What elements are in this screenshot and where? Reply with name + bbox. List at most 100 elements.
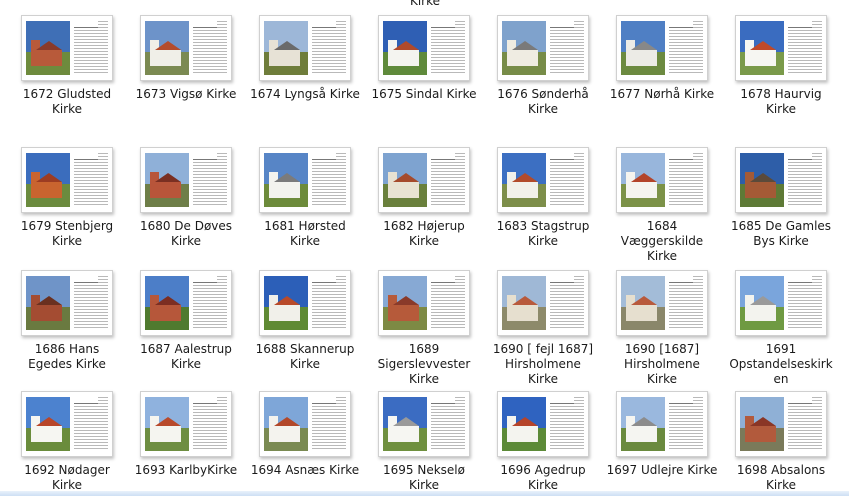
- file-thumbnail[interactable]: [497, 270, 589, 336]
- church-photo-image: [740, 397, 784, 451]
- file-item[interactable]: 1672 Gludsted Kirke: [8, 15, 126, 117]
- file-thumbnail[interactable]: [259, 15, 351, 81]
- file-thumbnail[interactable]: [378, 391, 470, 457]
- file-thumbnail[interactable]: [140, 147, 232, 213]
- file-thumbnail[interactable]: [378, 15, 470, 81]
- article-text-preview: [550, 276, 584, 330]
- file-name-line: Kirke: [527, 372, 559, 386]
- file-item[interactable]: 1679 Stenbjerg Kirke: [8, 147, 126, 249]
- article-text-preview: [788, 397, 822, 451]
- file-item[interactable]: 1676 Sønderhå Kirke: [484, 15, 602, 117]
- file-item[interactable]: 1681 Hørsted Kirke: [246, 147, 364, 249]
- file-thumbnail[interactable]: [616, 391, 708, 457]
- file-name-label: 1692 Nødager Kirke: [8, 463, 126, 493]
- file-thumbnail[interactable]: [616, 15, 708, 81]
- church-photo-image: [740, 153, 784, 207]
- file-item[interactable]: 1685 De Gamles Bys Kirke: [722, 147, 840, 249]
- file-thumbnail[interactable]: [21, 15, 113, 81]
- file-name-line: 1696 Agedrup: [500, 463, 586, 477]
- file-item[interactable]: 1692 Nødager Kirke: [8, 391, 126, 493]
- file-name-line: Kirke: [170, 234, 202, 248]
- file-item[interactable]: 1684 Væggerskilde Kirke: [603, 147, 721, 264]
- file-name-line: Kirke: [289, 234, 321, 248]
- file-name-label: 1675 Sindal Kirke: [365, 87, 483, 102]
- file-item[interactable]: 1696 Agedrup Kirke: [484, 391, 602, 493]
- article-text-preview: [193, 21, 227, 75]
- file-item[interactable]: 1688 Skannerup Kirke: [246, 270, 364, 372]
- file-item[interactable]: 1682 Højerup Kirke: [365, 147, 483, 249]
- church-photo-image: [26, 21, 70, 75]
- file-name-line: 1690 [ fejl 1687]: [492, 342, 594, 356]
- file-item[interactable]: 1691 Opstandelseskirk en: [722, 270, 840, 387]
- file-name-label: 1693 KarlbyKirke: [127, 463, 245, 478]
- file-thumbnail[interactable]: [616, 270, 708, 336]
- file-thumbnail[interactable]: [140, 270, 232, 336]
- file-name-line: 1675 Sindal Kirke: [371, 87, 477, 101]
- article-text-preview: [669, 276, 703, 330]
- file-item[interactable]: 1687 Aalestrup Kirke: [127, 270, 245, 372]
- file-item[interactable]: 1690 [ fejl 1687] Hirsholmene Kirke: [484, 270, 602, 387]
- article-text-preview: [193, 153, 227, 207]
- file-item[interactable]: 1673 Vigsø Kirke: [127, 15, 245, 102]
- file-item[interactable]: 1674 Lyngså Kirke: [246, 15, 364, 102]
- file-thumbnail[interactable]: [497, 391, 589, 457]
- file-item[interactable]: 1683 Stagstrup Kirke: [484, 147, 602, 249]
- church-photo-image: [740, 276, 784, 330]
- file-item[interactable]: 1675 Sindal Kirke: [365, 15, 483, 102]
- file-thumbnail[interactable]: [140, 15, 232, 81]
- church-photo-image: [502, 153, 546, 207]
- article-text-preview: [431, 397, 465, 451]
- file-thumbnail[interactable]: [259, 147, 351, 213]
- file-thumbnail[interactable]: [259, 270, 351, 336]
- file-name-line: 1672 Gludsted: [22, 87, 112, 101]
- file-thumbnail[interactable]: [378, 147, 470, 213]
- file-name-line: 1683 Stagstrup: [496, 219, 590, 233]
- file-thumbnail[interactable]: [21, 270, 113, 336]
- file-thumbnail[interactable]: [259, 391, 351, 457]
- file-thumbnail[interactable]: [735, 391, 827, 457]
- file-name-line: Kirke: [646, 249, 678, 263]
- file-thumbnail[interactable]: [497, 147, 589, 213]
- file-name-line: Kirke: [51, 234, 83, 248]
- file-item[interactable]: 1689 Sigerslevvester Kirke: [365, 270, 483, 387]
- file-thumbnail[interactable]: [21, 147, 113, 213]
- file-item[interactable]: 1678 Haurvig Kirke: [722, 15, 840, 117]
- file-item[interactable]: 1697 Udlejre Kirke: [603, 391, 721, 478]
- file-item[interactable]: 1694 Asnæs Kirke: [246, 391, 364, 478]
- church-photo-image: [264, 153, 308, 207]
- article-text-preview: [312, 276, 346, 330]
- file-item[interactable]: 1698 Absalons Kirke: [722, 391, 840, 493]
- file-thumbnail[interactable]: [735, 147, 827, 213]
- file-name-label: 1695 Nekselø Kirke: [365, 463, 483, 493]
- file-item[interactable]: 1677 Nørhå Kirke: [603, 15, 721, 102]
- file-item[interactable]: 1690 [1687] Hirsholmene Kirke: [603, 270, 721, 387]
- file-thumbnail[interactable]: [140, 391, 232, 457]
- status-bar-edge: [0, 491, 849, 496]
- church-photo-image: [383, 397, 427, 451]
- church-photo-image: [383, 153, 427, 207]
- file-item[interactable]: 1693 KarlbyKirke: [127, 391, 245, 478]
- file-thumbnail[interactable]: [497, 15, 589, 81]
- file-item[interactable]: 1680 De Døves Kirke: [127, 147, 245, 249]
- file-name-line: 1692 Nødager: [24, 463, 110, 477]
- file-name-line: Kirke: [408, 234, 440, 248]
- file-item[interactable]: 1695 Nekselø Kirke: [365, 391, 483, 493]
- file-name-line: Kirke: [527, 102, 559, 116]
- church-photo-image: [383, 276, 427, 330]
- file-thumbnail[interactable]: [616, 147, 708, 213]
- file-thumbnail[interactable]: [735, 15, 827, 81]
- church-photo-image: [502, 276, 546, 330]
- file-name-line: 1673 Vigsø Kirke: [135, 87, 237, 101]
- church-photo-image: [621, 276, 665, 330]
- file-thumbnail[interactable]: [735, 270, 827, 336]
- file-name-line: 1688 Skannerup: [255, 342, 355, 356]
- file-item[interactable]: 1686 Hans Egedes Kirke: [8, 270, 126, 372]
- file-name-label: 1683 Stagstrup Kirke: [484, 219, 602, 249]
- file-name-line: Kirke: [170, 357, 202, 371]
- file-name-label: 1691 Opstandelseskirk en: [722, 342, 840, 387]
- article-text-preview: [788, 276, 822, 330]
- file-thumbnail[interactable]: [378, 270, 470, 336]
- file-thumbnail[interactable]: [21, 391, 113, 457]
- file-name-label: 1672 Gludsted Kirke: [8, 87, 126, 117]
- article-text-preview: [788, 153, 822, 207]
